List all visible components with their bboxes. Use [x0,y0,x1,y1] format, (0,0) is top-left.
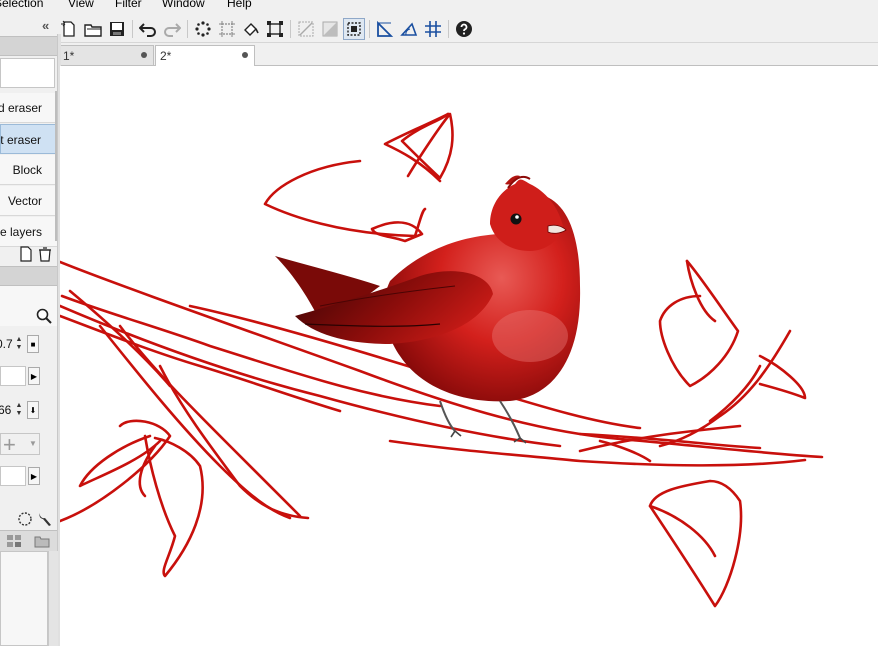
layer-list-scrollbar[interactable] [48,551,58,646]
sub-tool-soft-eraser[interactable]: Soft eraser [0,124,57,154]
layer-panel-header [0,530,57,552]
sub-tool-scrollbar[interactable] [55,91,57,241]
sub-tool-multiple-layers[interactable]: Multiple layers [0,217,57,247]
transform-icon[interactable] [264,18,286,40]
menu-selection[interactable]: Selection [0,0,43,10]
tool-property-panel-header [0,266,57,286]
sub-tool-group-header [0,58,55,88]
fill-selection-icon[interactable] [240,18,262,40]
expand-arrow-icon-2[interactable]: ▶ [28,467,40,485]
special-ruler-icon[interactable] [398,18,420,40]
crop-icon[interactable] [216,18,238,40]
layer-folder-icon[interactable] [34,533,50,549]
sub-tool-vector[interactable]: Vector [0,186,57,216]
new-sub-tool-icon[interactable] [18,246,34,262]
menu-filter[interactable]: Filter [115,0,142,10]
sub-tool-panel-header [0,36,57,56]
new-file-icon[interactable] [58,18,80,40]
opacity-slider-button[interactable]: ⬇ [27,401,39,419]
menu-help[interactable]: Help [227,0,252,10]
magnifier-icon[interactable] [36,308,52,324]
tone-off-icon[interactable] [319,18,341,40]
show-selection-icon[interactable] [343,18,365,40]
redo-icon[interactable] [161,18,183,40]
sub-tool-label: Soft eraser [0,133,41,147]
sub-tool-hard-eraser[interactable]: Hard eraser [0,93,57,123]
brush-size-spinner[interactable]: ▲ ▼ [14,335,24,353]
opacity-value[interactable]: 66 [0,403,11,417]
open-file-icon[interactable] [82,18,104,40]
trash-icon[interactable] [37,246,53,262]
wrench-icon[interactable] [37,511,53,527]
tab-canvas-1[interactable]: 1* [58,45,154,65]
help-icon[interactable] [453,18,475,40]
tab-label: 2* [160,49,172,63]
ruler-off-icon[interactable] [295,18,317,40]
save-icon[interactable] [106,18,128,40]
opacity-spinner[interactable]: ▲ ▼ [14,401,24,419]
tab-label: 1* [63,49,75,63]
expand-arrow-icon[interactable]: ▶ [28,367,40,385]
texture-swatch-box[interactable] [0,466,26,486]
brush-size-value[interactable]: 0.7 [0,337,13,351]
sub-tool-label: Block [12,163,42,177]
color-swatch-box[interactable] [0,366,26,386]
tab-canvas-2[interactable]: 2* [155,45,255,66]
undo-icon[interactable] [137,18,159,40]
layer-list [0,551,48,646]
close-dot-icon[interactable] [242,52,248,58]
command-bar [58,16,878,43]
selection-points-icon[interactable] [192,18,214,40]
drawing-canvas[interactable] [60,66,878,646]
sub-tool-label: Vector [7,194,42,208]
sub-tool-label: Multiple layers [0,225,42,239]
sub-tool-block[interactable]: Block [0,155,57,185]
menu-view[interactable]: View [68,0,94,10]
grid-icon[interactable] [422,18,444,40]
layer-property-icon[interactable] [6,533,22,549]
reset-icon[interactable] [17,511,33,527]
perspective-ruler-icon[interactable] [374,18,396,40]
add-dropdown[interactable]: + ▼ [0,432,40,457]
menu-window[interactable]: Window [162,0,205,10]
collapse-panel-icon[interactable]: « [42,18,56,34]
close-dot-icon[interactable] [141,52,147,58]
brush-size-slider-button[interactable]: ■ [27,335,39,353]
sub-tool-label: Hard eraser [0,101,42,115]
menu-bar: Selection View Filter Window Help [0,0,878,12]
canvas-tab-bar: 1* 2* [58,43,878,66]
